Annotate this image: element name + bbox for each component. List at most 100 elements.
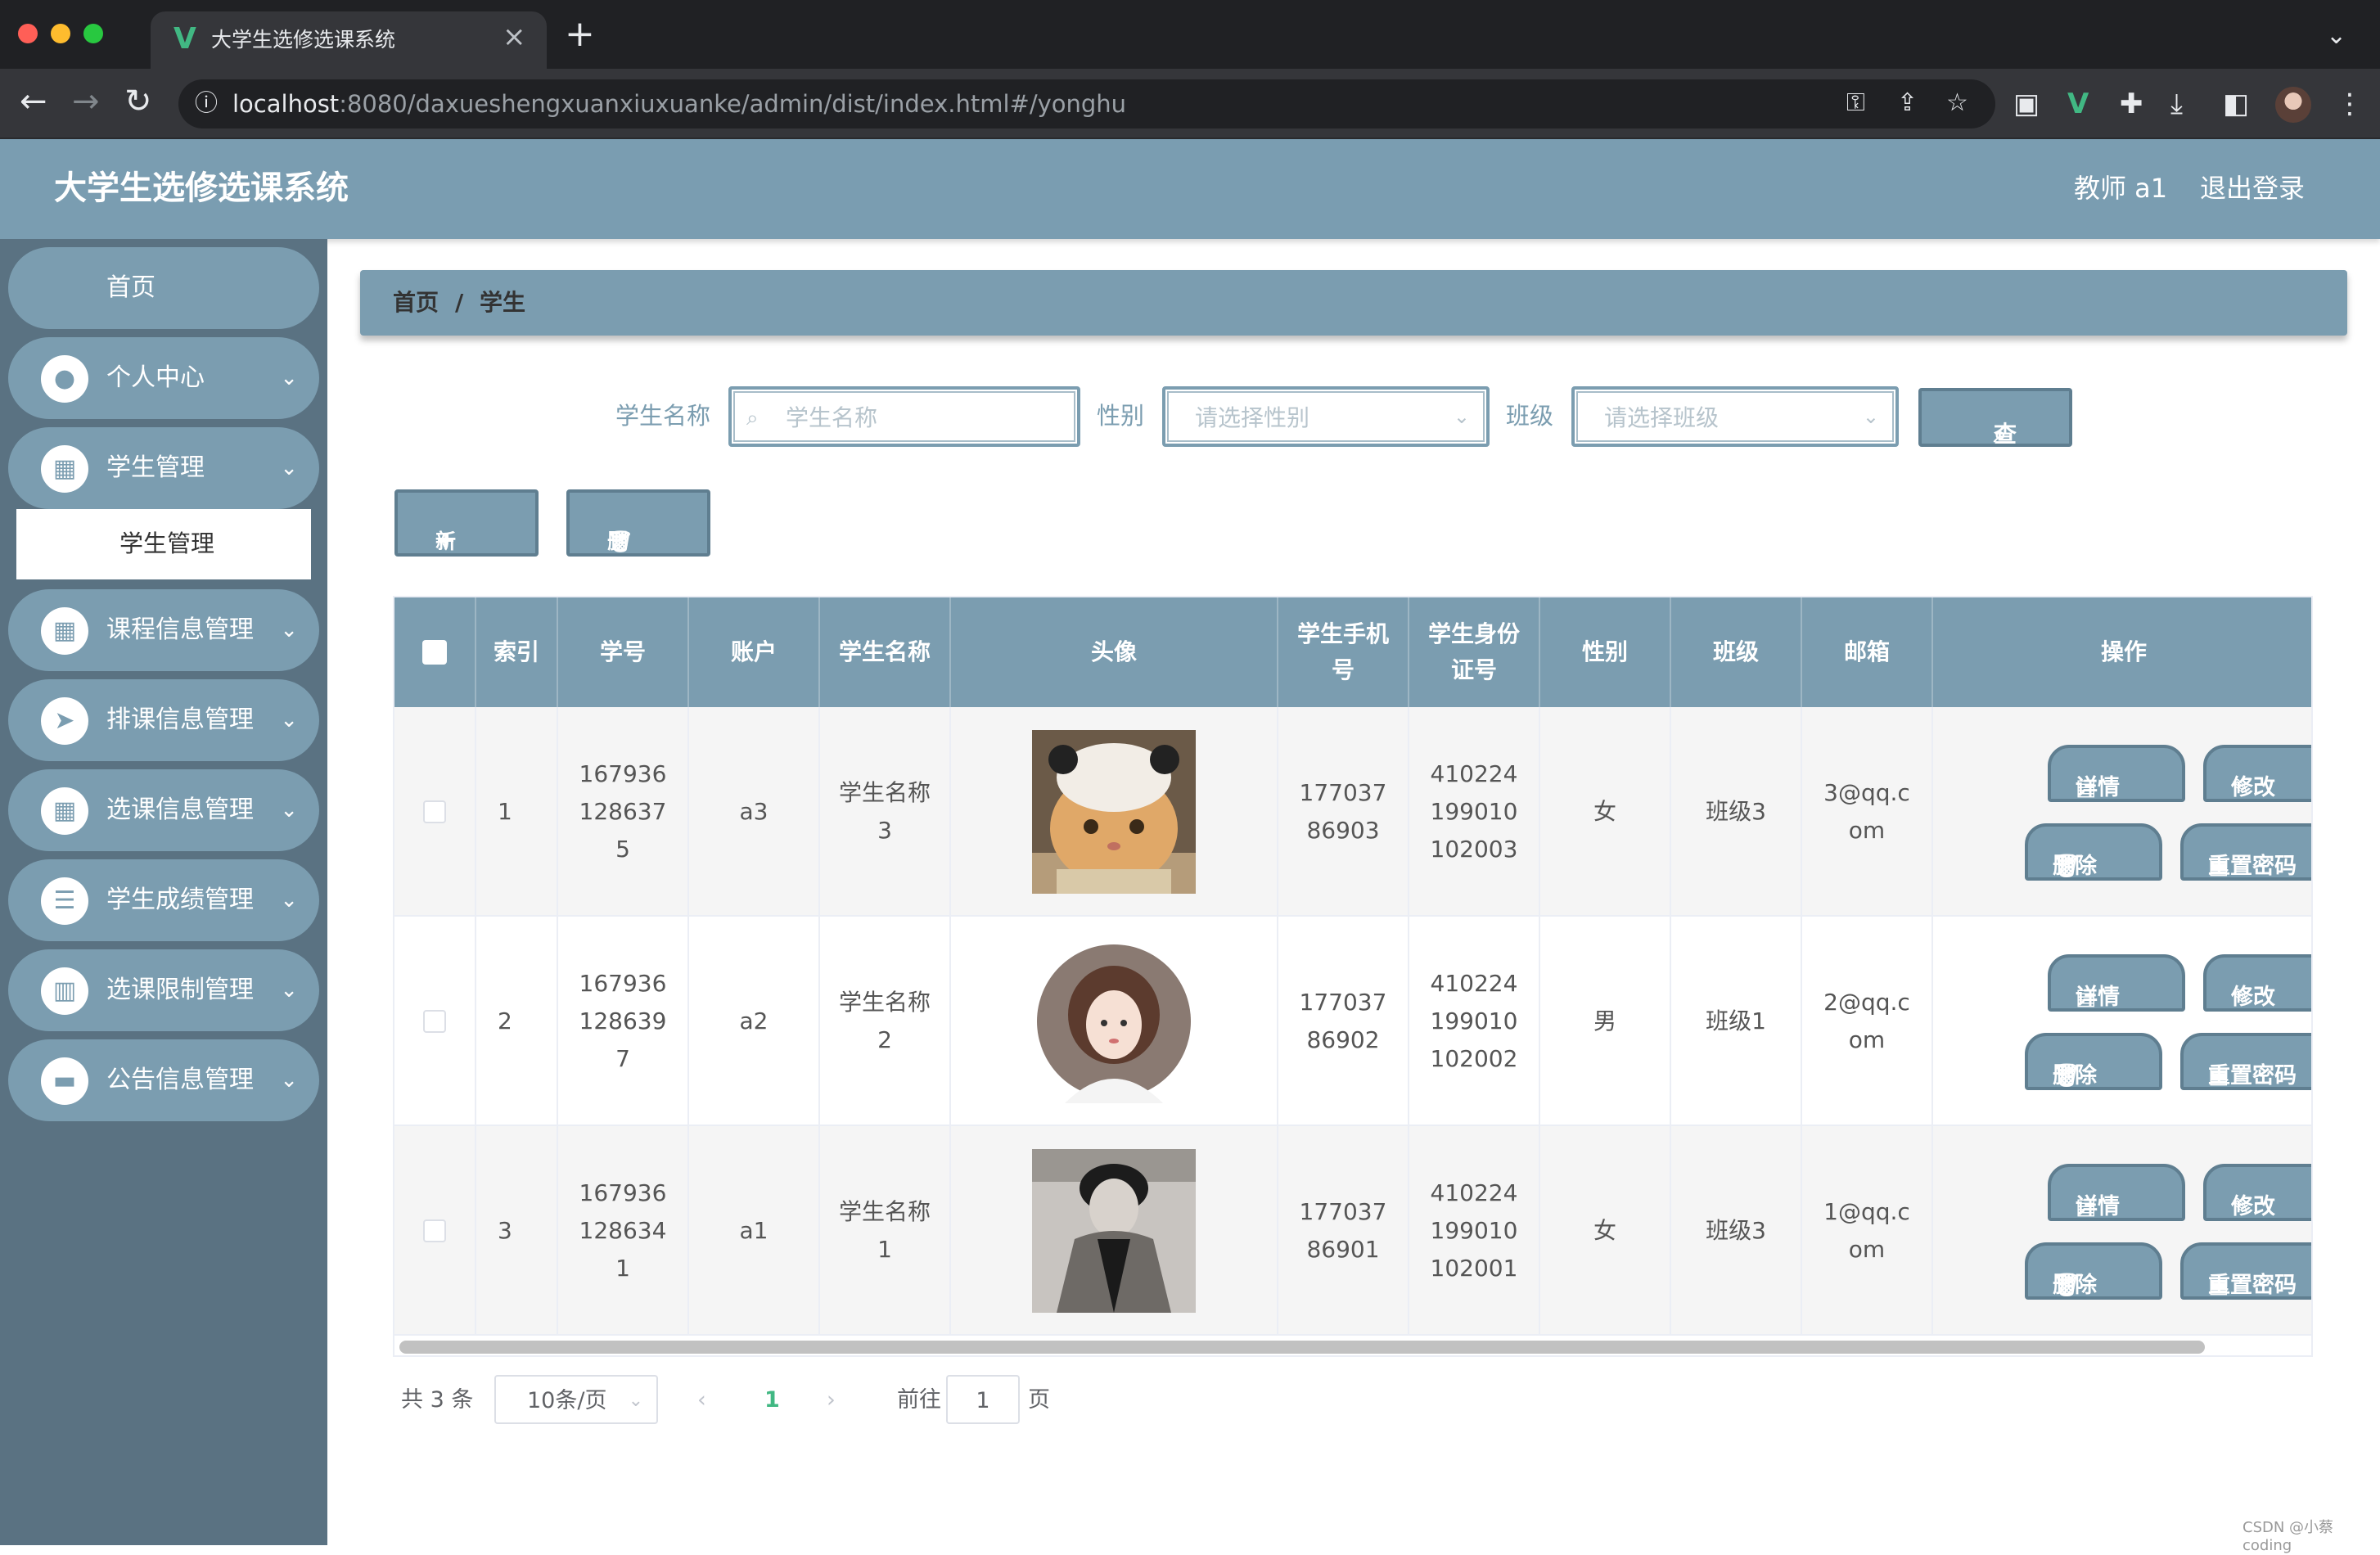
prev-page-icon[interactable]: ‹ xyxy=(697,1386,706,1414)
select-all-checkbox[interactable] xyxy=(422,640,447,665)
query-button[interactable]: 查询 ⌕ xyxy=(1918,388,2072,447)
row-checkbox[interactable] xyxy=(423,1010,446,1033)
page-jump-input[interactable]: 1 xyxy=(946,1375,1020,1424)
sidebar-item-notices[interactable]: ▬ 公告信息管理 ⌄ xyxy=(8,1039,319,1121)
reset-password-button[interactable]: ▤ 重置密码 xyxy=(2180,1033,2313,1090)
download-icon[interactable]: ⤓ xyxy=(2170,88,2183,119)
tab-close-icon[interactable]: × xyxy=(503,23,526,51)
delete-button[interactable]: 🗑 删除 xyxy=(2025,823,2162,881)
sidebar-item-profile[interactable]: ● 个人中心 ⌄ xyxy=(8,337,319,419)
edit-button[interactable]: ✎ 修改 xyxy=(2203,745,2313,802)
header-gender: 性别 xyxy=(1540,597,1671,707)
sidebar-subitem-students[interactable]: 学生管理 xyxy=(16,509,311,579)
sidebar-toggle-icon[interactable]: ◧ xyxy=(2223,88,2249,119)
puzzle-icon[interactable]: ✚ xyxy=(2120,88,2143,119)
sidebar-item-label: 公告信息管理 xyxy=(106,1066,254,1095)
avatar-man-image xyxy=(1032,1149,1196,1313)
header-idcard: 学生身份证号 xyxy=(1409,597,1540,707)
zoom-window-button[interactable] xyxy=(83,24,103,43)
cell-email: 2@qq.com xyxy=(1802,917,1933,1126)
cell-operations: ▤ 详情 ✎ 修改 🗑 删除 ▤ 重置密码 xyxy=(1933,707,2313,917)
profile-avatar[interactable] xyxy=(2275,87,2311,123)
url-text[interactable]: localhost:8080/daxueshengxuanxiuxuanke/a… xyxy=(232,90,1126,118)
sidebar-item-home[interactable]: 首页 xyxy=(8,247,319,329)
breadcrumb-separator: / xyxy=(455,288,463,318)
cell-email: 1@qq.com xyxy=(1802,1126,1933,1336)
sidebar-subitem-label: 学生管理 xyxy=(119,529,214,558)
delete-text: 删除 xyxy=(2053,1062,2097,1090)
sidebar-item-scheduling[interactable]: ➤ 排课信息管理 ⌄ xyxy=(8,679,319,761)
horizontal-scrollbar[interactable] xyxy=(399,1341,2205,1354)
header-phone: 学生手机号 xyxy=(1278,597,1409,707)
delete-button[interactable]: 🗑 删除 xyxy=(2025,1033,2162,1090)
page-size-value: 10条/页 xyxy=(527,1387,606,1415)
delete-button[interactable]: 🗑 删除 xyxy=(2025,1242,2162,1300)
watermark: CSDN @小蔡coding xyxy=(2243,1519,2380,1555)
table-row: 3 1679361286341 a1 学生名称1 17703786901 410… xyxy=(394,1126,2313,1336)
sidebar-item-students[interactable]: ▦ 学生管理 ⌄ xyxy=(8,427,319,509)
cell-idcard: 410224199010102001 xyxy=(1409,1126,1540,1336)
edit-button[interactable]: ✎ 修改 xyxy=(2203,1164,2313,1221)
header-select-all[interactable] xyxy=(394,597,476,707)
detail-button[interactable]: ▤ 详情 xyxy=(2048,745,2185,802)
header-index: 索引 xyxy=(476,597,558,707)
detail-text: 详情 xyxy=(2076,1193,2120,1221)
avatar-cat-image xyxy=(1032,730,1196,894)
row-checkbox-cell[interactable] xyxy=(394,1126,476,1336)
more-menu-icon[interactable]: ⋮ xyxy=(2336,88,2364,119)
page-number-current[interactable]: 1 xyxy=(764,1386,780,1414)
address-bar[interactable]: ⓘ localhost:8080/daxueshengxuanxiuxuanke… xyxy=(178,79,1995,128)
sidebar-item-label: 选课限制管理 xyxy=(106,976,254,1005)
close-window-button[interactable] xyxy=(18,24,38,43)
reset-password-button[interactable]: ▤ 重置密码 xyxy=(2180,1242,2313,1300)
back-icon[interactable]: ← xyxy=(20,83,47,119)
gender-select[interactable]: 请选择性别 ⌄ xyxy=(1162,386,1490,447)
sidebar-item-enrollment[interactable]: ▦ 选课信息管理 ⌄ xyxy=(8,769,319,851)
cell-index: 2 xyxy=(476,917,558,1126)
forward-icon[interactable]: → xyxy=(72,83,100,119)
minimize-window-button[interactable] xyxy=(51,24,70,43)
sidebar-item-limits[interactable]: ▥ 选课限制管理 ⌄ xyxy=(8,949,319,1031)
new-tab-icon[interactable]: + xyxy=(565,16,595,52)
student-name-input[interactable]: ⌕ 学生名称 xyxy=(728,386,1080,447)
row-checkbox-cell[interactable] xyxy=(394,917,476,1126)
row-checkbox-cell[interactable] xyxy=(394,707,476,917)
chevron-down-icon[interactable]: ⌄ xyxy=(2326,21,2346,50)
extension-glasses-icon[interactable]: ▣ xyxy=(2013,88,2040,119)
sidebar-item-courses[interactable]: ▦ 课程信息管理 ⌄ xyxy=(8,589,319,671)
next-page-icon[interactable]: › xyxy=(827,1386,836,1414)
chart-icon: ▥ xyxy=(41,967,88,1015)
batch-delete-button[interactable]: 🗑 删除 xyxy=(566,489,710,557)
cell-student-id: 1679361286341 xyxy=(558,1126,689,1336)
detail-button[interactable]: ▤ 详情 xyxy=(2048,954,2185,1012)
sidebar-item-label: 个人中心 xyxy=(106,363,205,393)
header-student-id: 学号 xyxy=(558,597,689,707)
reset-password-button[interactable]: ▤ 重置密码 xyxy=(2180,823,2313,881)
reload-icon[interactable]: ↻ xyxy=(124,83,152,119)
row-checkbox[interactable] xyxy=(423,1219,446,1242)
cell-operations: ▤ 详情 ✎ 修改 🗑 删除 ▤ 重置密码 xyxy=(1933,1126,2313,1336)
page-size-select[interactable]: 10条/页 ⌄ xyxy=(494,1375,658,1424)
detail-button[interactable]: ▤ 详情 xyxy=(2048,1164,2185,1221)
chevron-down-icon: ⌄ xyxy=(629,1387,643,1415)
sidebar-item-label: 学生管理 xyxy=(106,453,205,483)
add-button[interactable]: ＋ 新增 xyxy=(394,489,539,557)
browser-tab[interactable]: V 大学生选修选课系统 × xyxy=(151,11,547,69)
edit-button[interactable]: ✎ 修改 xyxy=(2203,954,2313,1012)
url-path: :8080/daxueshengxuanxiuxuanke/admin/dist… xyxy=(339,90,1126,118)
key-icon[interactable]: ⚿ xyxy=(1846,89,1865,117)
row-checkbox[interactable] xyxy=(423,800,446,823)
add-text: 新增 xyxy=(435,529,456,581)
sidebar-item-grades[interactable]: ☰ 学生成绩管理 ⌄ xyxy=(8,859,319,941)
vue-devtools-icon[interactable]: V xyxy=(2067,88,2089,119)
sidebar: 首页 ● 个人中心 ⌄ ▦ 学生管理 ⌄ 学生管理 ▦ 课程信息管理 ⌄ ➤ 排… xyxy=(0,239,327,1545)
sidebar-item-label: 学生成绩管理 xyxy=(106,886,254,915)
chevron-down-icon: ⌄ xyxy=(280,886,298,915)
cell-idcard: 410224199010102002 xyxy=(1409,917,1540,1126)
star-icon[interactable]: ☆ xyxy=(1946,89,1968,117)
share-icon[interactable]: ⇪ xyxy=(1897,89,1918,117)
logout-link[interactable]: 退出登录 xyxy=(2200,172,2305,205)
site-info-icon[interactable]: ⓘ xyxy=(195,89,218,117)
breadcrumb-home[interactable]: 首页 xyxy=(393,288,439,318)
class-select[interactable]: 请选择班级 ⌄ xyxy=(1571,386,1899,447)
